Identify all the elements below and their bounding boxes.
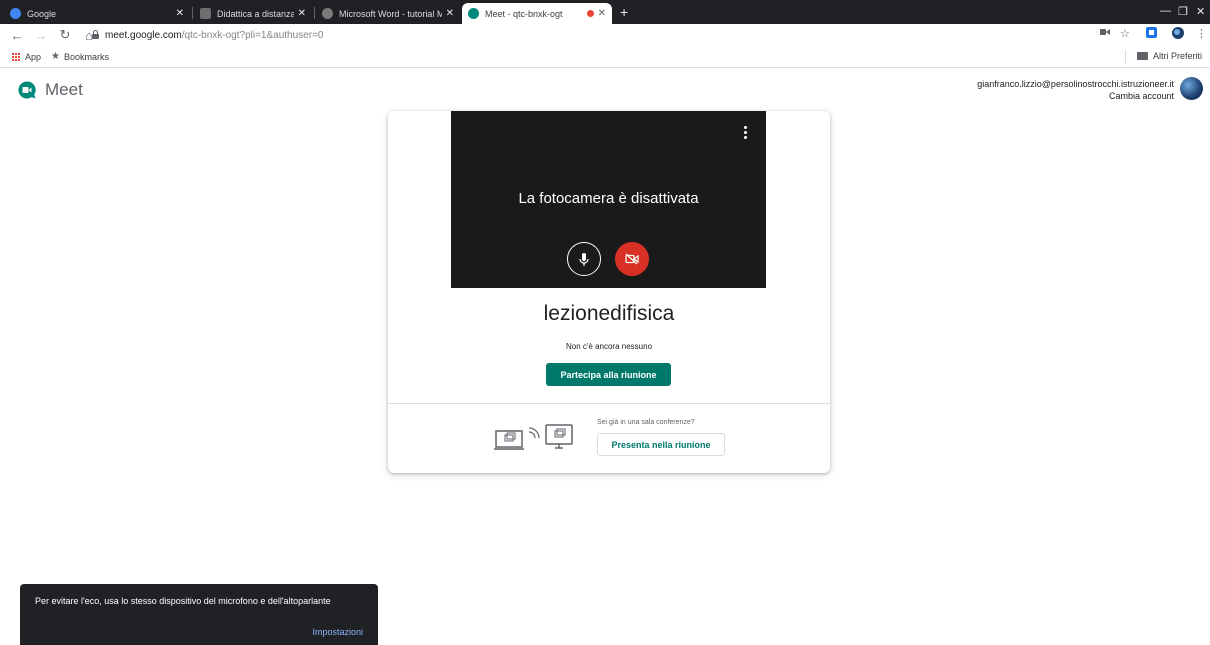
snackbar-message: Per evitare l'eco, usa lo stesso disposi… [35,596,331,606]
present-meeting-button[interactable]: Presenta nella riunione [597,433,725,456]
bookmarks-divider [1125,50,1126,63]
microphone-toggle-button[interactable] [567,242,601,276]
other-bookmarks-label: Altri Preferiti [1152,51,1202,61]
meeting-name: lezionedifisica [543,302,675,325]
apps-grid-icon [12,52,20,61]
camera-off-message: La fotocamera è disattivata [518,190,699,207]
more-options-icon[interactable] [744,126,747,141]
card-divider [388,403,830,404]
browser-tab-strip: Google ✕ Didattica a distanza | I.P. "PE… [0,0,1210,24]
browser-toolbar: ← → ↻ ⌂ meet.google.com/qtc-bnxk-ogt?pli… [0,24,1210,46]
participants-status: Non c'è ancora nessuno [565,342,653,351]
settings-link[interactable]: Impostazioni [312,627,363,637]
close-tab-icon[interactable]: ✕ [298,8,306,19]
tab-word-tutorial[interactable]: Microsoft Word - tutorial Meet ✕ [316,3,460,24]
tab-meet[interactable]: Meet - qtc-bnxk-ogt ✕ [462,3,612,24]
google-favicon-icon [10,8,21,19]
meet-logo-icon [18,81,36,99]
school-favicon-icon [200,8,211,19]
tab-didattica[interactable]: Didattica a distanza | I.P. "PER ✕ [194,3,312,24]
folder-icon [1136,52,1148,60]
tab-separator [192,7,193,19]
switch-account-link[interactable]: Cambia account [977,90,1174,102]
other-bookmarks[interactable]: Altri Preferiti [1136,51,1202,61]
meet-favicon-icon [468,8,479,19]
globe-favicon-icon [322,8,333,19]
tab-label: Meet - qtc-bnxk-ogt [485,8,563,19]
url-path: /qtc-bnxk-ogt?pli=1&authuser=0 [181,29,324,41]
avatar[interactable] [1180,77,1203,100]
minimize-icon[interactable]: — [1160,5,1171,17]
new-tab-icon[interactable]: + [620,4,628,20]
close-tab-icon[interactable]: ✕ [598,8,606,19]
bookmark-star-icon[interactable]: ☆ [1120,27,1130,40]
tab-label: Didattica a distanza | I.P. "PER [217,8,294,19]
tab-google[interactable]: Google ✕ [4,3,190,24]
present-to-room-icon [494,424,573,450]
forward-icon[interactable]: → [34,28,48,43]
tab-label: Google [27,8,57,19]
account-info: gianfranco.lizzio@persolinostrocchi.istr… [977,78,1174,102]
recording-indicator-icon [586,10,594,17]
bookmarks-star-icon: ★ [51,51,60,62]
close-tab-icon[interactable]: ✕ [446,8,454,19]
url-host: meet.google.com [105,29,182,41]
lock-icon [92,29,99,41]
camera-in-use-icon[interactable] [1100,27,1110,39]
back-icon[interactable]: ← [10,28,24,43]
restore-icon[interactable]: ❐ [1178,5,1188,18]
join-card: La fotocamera è disattivata lezionedifis… [388,111,830,473]
extension-icon[interactable] [1146,27,1157,41]
close-tab-icon[interactable]: ✕ [176,8,184,19]
app-name: Meet [45,80,83,99]
tab-label: Microsoft Word - tutorial Meet [339,8,442,19]
address-bar[interactable]: meet.google.com/qtc-bnxk-ogt?pli=1&authu… [92,26,1072,44]
account-email: gianfranco.lizzio@persolinostrocchi.istr… [977,79,1174,89]
camera-toggle-button[interactable] [615,242,649,276]
join-meeting-button[interactable]: Partecipa alla riunione [546,363,671,386]
bookmark-bookmarks[interactable]: Bookmarks [64,52,109,62]
video-preview: La fotocamera è disattivata [451,111,766,288]
present-question: Sei già in una sala conferenze? [597,419,695,426]
camera-off-icon [625,253,639,265]
reload-icon[interactable]: ↻ [58,27,72,43]
close-window-icon[interactable]: ✕ [1196,5,1205,18]
profile-icon[interactable] [1172,27,1184,42]
echo-warning-snackbar: Per evitare l'eco, usa lo stesso disposi… [20,584,378,645]
microphone-icon [579,252,589,266]
tab-separator [314,7,315,19]
menu-dots-icon[interactable]: ⋮ [1196,27,1207,40]
meet-logo[interactable]: Meet [18,80,83,100]
bookmark-apps[interactable]: App [25,52,41,62]
bookmarks-bar: App ★ Bookmarks Altri Preferiti [0,46,1210,68]
